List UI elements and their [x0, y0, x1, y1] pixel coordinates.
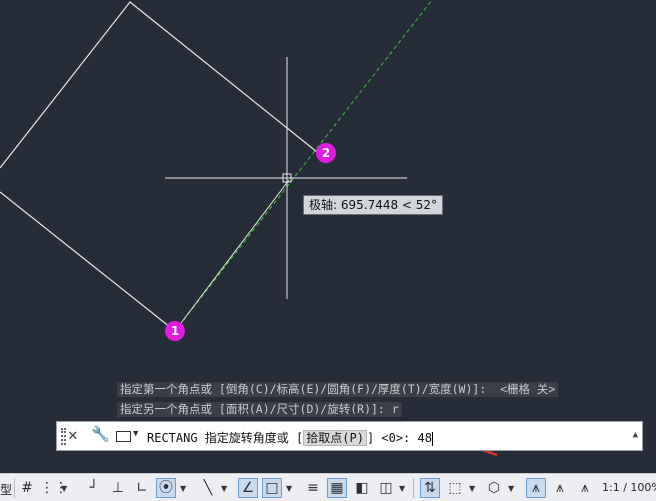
- rotated-rectangle-upper: [0, 1, 318, 169]
- marker-2: 2: [316, 143, 336, 163]
- selection-cycling-icon[interactable]: ◧: [352, 478, 372, 498]
- annotation-visibility-icon[interactable]: ⩚: [526, 478, 546, 498]
- grid-icon[interactable]: #: [17, 478, 37, 498]
- polar-tracking-line: [174, 0, 433, 332]
- 3d-osnap-icon[interactable]: ◫: [376, 478, 396, 498]
- grip-handle-icon[interactable]: [61, 428, 66, 445]
- status-bar: 型 # ⋮⋮ ▼ ┘ ⊥ ∟ ⦿ ▼ ╲ ▼ ∠ □ ▼ ≡ ▦ ◧ ◫ ▼ ⇅…: [0, 473, 656, 501]
- annotation-scale-icon[interactable]: ⩚: [575, 478, 595, 498]
- model-label[interactable]: 型: [0, 481, 12, 498]
- wrench-icon[interactable]: 🔧: [91, 425, 110, 443]
- chevron-down-icon[interactable]: ▼: [286, 484, 292, 493]
- transparency-icon[interactable]: ▦: [327, 478, 347, 498]
- chevron-down-icon[interactable]: ▼: [180, 484, 186, 493]
- command-input[interactable]: 48: [418, 431, 432, 445]
- status-separator: [413, 478, 414, 498]
- close-icon[interactable]: ✕: [68, 425, 78, 444]
- prompt-prefix: RECTANG 指定旋转角度或 [: [147, 431, 304, 445]
- rubber-band-line: [174, 179, 290, 332]
- chevron-down-icon[interactable]: ▼: [221, 484, 227, 493]
- chevron-down-icon[interactable]: ▼: [133, 429, 138, 439]
- option-pick-point[interactable]: 拾取点(P): [303, 430, 367, 446]
- text-caret: [431, 431, 433, 446]
- gizmo-icon[interactable]: ⬡: [484, 478, 504, 498]
- prompt-suffix: ] <0>:: [366, 431, 418, 445]
- rotated-rectangle: [0, 191, 176, 332]
- osnap-icon[interactable]: □: [262, 478, 282, 498]
- dynamic-ucs-icon[interactable]: ⇅: [420, 478, 440, 498]
- command-history-line-2: 指定另一个角点或 [面积(A)/尺寸(D)/旋转(R)]: r: [117, 402, 402, 417]
- polar-icon[interactable]: ∟: [132, 478, 152, 498]
- command-prompt[interactable]: RECTANG 指定旋转角度或 [拾取点(P)] <0>: 48: [147, 429, 433, 446]
- ortho-icon[interactable]: ⊥: [108, 478, 128, 498]
- lineweight-icon[interactable]: ≡: [303, 478, 323, 498]
- status-separator: [14, 478, 15, 498]
- chevron-down-icon[interactable]: ▼: [399, 484, 405, 493]
- rectangle-icon[interactable]: [116, 431, 131, 442]
- chevron-up-icon[interactable]: ▲: [633, 430, 638, 440]
- auto-scale-icon[interactable]: ⩚: [550, 478, 570, 498]
- selection-filter-icon[interactable]: ⬚: [445, 478, 465, 498]
- chevron-down-icon[interactable]: ▼: [508, 484, 514, 493]
- polar-tooltip: 极轴: 695.7448 < 52°: [303, 195, 444, 215]
- chevron-down-icon[interactable]: ▼: [469, 484, 475, 493]
- marker-1: 1: [165, 321, 185, 341]
- command-line[interactable]: ✕ 🔧 ▼ RECTANG 指定旋转角度或 [拾取点(P)] <0>: 48 ▲: [56, 421, 643, 451]
- isodraft-icon[interactable]: ╲: [198, 478, 218, 498]
- chevron-down-icon[interactable]: ▼: [61, 484, 67, 493]
- command-history-line-1: 指定第一个角点或 [倒角(C)/标高(E)/圆角(F)/厚度(T)/宽度(W)]…: [117, 382, 559, 397]
- polar-tracking-icon[interactable]: ⦿: [156, 478, 176, 498]
- annotation-scale-label[interactable]: 1:1 / 100%: [602, 481, 656, 494]
- osnap-tracking-icon[interactable]: ∠: [238, 478, 258, 498]
- snap-icon[interactable]: ⋮⋮: [40, 478, 68, 498]
- infer-constraints-icon[interactable]: ┘: [84, 478, 104, 498]
